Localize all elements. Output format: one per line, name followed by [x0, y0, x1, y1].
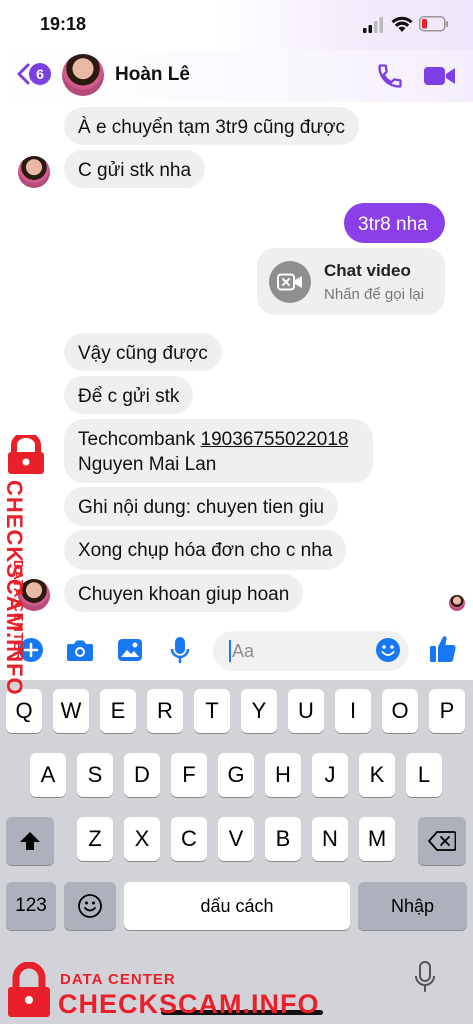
key-j[interactable]: J — [312, 753, 348, 797]
message-bubble-incoming[interactable]: Ghi nội dung: chuyen tien giu — [64, 487, 339, 526]
key-l[interactable]: L — [406, 753, 442, 797]
text-cursor — [229, 640, 231, 662]
message-bubble-incoming[interactable]: À e chuyển tạm 3tr9 cũng được — [64, 107, 360, 145]
signal-icon — [363, 17, 383, 33]
seen-avatar — [449, 595, 465, 611]
call-title: Chat video — [324, 261, 411, 280]
key-m[interactable]: M — [359, 817, 395, 861]
watermark-bottom-main: CHECKSCAM.INFO — [58, 989, 320, 1019]
video-call-icon — [269, 261, 311, 303]
battery-icon — [419, 16, 448, 32]
key-k[interactable]: K — [359, 753, 395, 797]
contact-name[interactable]: Hoàn Lê — [115, 64, 190, 86]
camera-icon[interactable] — [66, 638, 94, 662]
backspace-icon — [428, 831, 456, 851]
message-bubble-incoming[interactable]: Xong chụp hóa đơn cho c nha — [64, 530, 347, 570]
key-n[interactable]: N — [312, 817, 348, 861]
message-bubble-incoming[interactable]: Để c gửi stk — [64, 376, 194, 414]
shift-key[interactable] — [6, 817, 54, 865]
key-s[interactable]: S — [77, 753, 113, 797]
shift-icon — [20, 832, 40, 850]
thumbs-up-icon[interactable] — [429, 634, 457, 664]
key-w[interactable]: W — [53, 689, 89, 733]
key-i[interactable]: I — [335, 689, 371, 733]
emoji-icon[interactable] — [375, 637, 401, 663]
return-key[interactable]: Nhập — [358, 882, 467, 930]
message-bubble-incoming[interactable]: Vậy cũng được — [64, 333, 222, 371]
key-v[interactable]: V — [218, 817, 254, 861]
key-x[interactable]: X — [124, 817, 160, 861]
video-camera-icon[interactable] — [423, 64, 457, 88]
key-t[interactable]: T — [194, 689, 230, 733]
unread-badge[interactable]: 6 — [29, 63, 51, 85]
gallery-icon[interactable] — [117, 638, 143, 662]
backspace-key[interactable] — [418, 817, 466, 865]
call-subtitle: Nhấn để gọi lại — [324, 286, 425, 303]
account-holder: Nguyen Mai Lan — [78, 454, 217, 475]
key-f[interactable]: F — [171, 753, 207, 797]
wifi-icon — [391, 16, 413, 32]
message-bubble-incoming[interactable]: Chuyen khoan giup hoan — [64, 574, 304, 612]
contact-avatar[interactable] — [62, 54, 104, 96]
dictation-icon[interactable] — [414, 960, 436, 994]
status-time: 19:18 — [40, 14, 87, 34]
watermark-side-main: CHECKSCAM.INFO — [2, 480, 27, 696]
numbers-key[interactable]: 123 — [6, 882, 56, 930]
emoji-keyboard-key[interactable] — [64, 882, 116, 930]
phone-icon[interactable] — [376, 62, 404, 90]
message-bubble-incoming[interactable]: C gửi stk nha — [64, 150, 206, 188]
key-c[interactable]: C — [171, 817, 207, 861]
lock-icon — [8, 435, 44, 474]
input-placeholder: Aa — [232, 641, 255, 661]
key-a[interactable]: A — [30, 753, 66, 797]
bank-name: Techcombank — [78, 429, 201, 450]
emoji-keyboard-icon — [78, 894, 102, 918]
message-bubble-outgoing[interactable]: 3tr8 nha — [344, 203, 445, 243]
key-y[interactable]: Y — [241, 689, 277, 733]
key-p[interactable]: P — [429, 689, 465, 733]
key-z[interactable]: Z — [77, 817, 113, 861]
message-bubble-incoming-account[interactable]: Techcombank 19036755022018 Nguyen Mai La… — [64, 419, 373, 483]
watermark-bottom-top: DATA CENTER — [60, 971, 176, 988]
key-r[interactable]: R — [147, 689, 183, 733]
key-d[interactable]: D — [124, 753, 160, 797]
microphone-icon[interactable] — [170, 636, 190, 664]
lock-icon — [8, 962, 50, 1017]
key-b[interactable]: B — [265, 817, 301, 861]
key-h[interactable]: H — [265, 753, 301, 797]
sender-avatar — [18, 156, 50, 188]
key-o[interactable]: O — [382, 689, 418, 733]
space-key[interactable]: dấu cách — [124, 882, 350, 930]
key-g[interactable]: G — [218, 753, 254, 797]
key-u[interactable]: U — [288, 689, 324, 733]
key-e[interactable]: E — [100, 689, 136, 733]
account-number-link[interactable]: 19036755022018 — [201, 429, 349, 450]
